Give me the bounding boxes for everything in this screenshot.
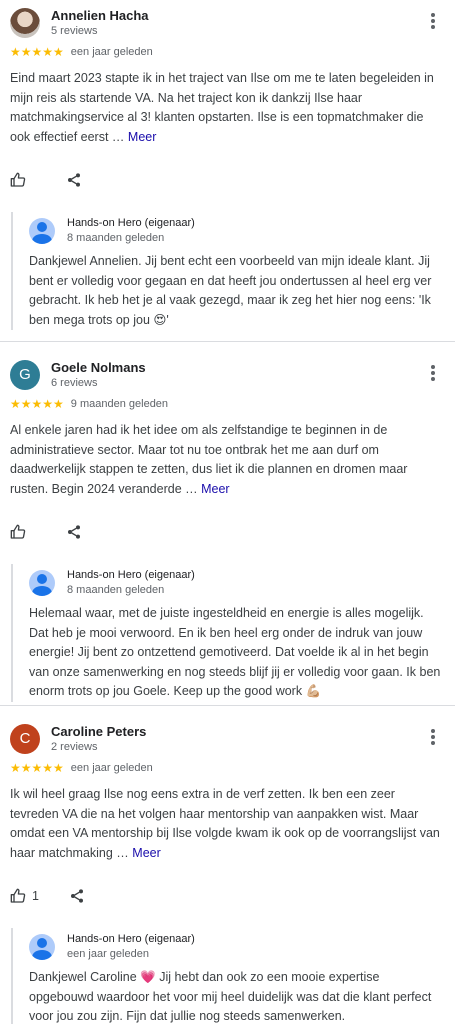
avatar[interactable]: G: [10, 360, 40, 390]
review-actions: 1: [10, 884, 441, 908]
more-link[interactable]: Meer: [128, 130, 156, 144]
review-actions: [10, 520, 441, 544]
review-meta: ★★★★★ een jaar geleden: [10, 44, 441, 60]
review-body: Ik wil heel graag Ilse nog eens extra in…: [10, 787, 440, 860]
review-date: een jaar geleden: [70, 762, 153, 774]
owner-reply: Hands-on Hero (eigenaar) 8 maanden geled…: [11, 564, 441, 702]
owner-avatar-icon: [29, 218, 55, 244]
review-body: Eind maart 2023 stapte ik in het traject…: [10, 71, 434, 144]
owner-name: Hands-on Hero (eigenaar): [67, 933, 195, 945]
owner-reply-header: Hands-on Hero (eigenaar) een jaar gelede…: [29, 932, 441, 968]
thumb-up-icon: [10, 888, 26, 903]
star-rating: ★★★★★: [10, 45, 64, 59]
more-vert-icon[interactable]: [425, 728, 441, 748]
owner-reply-header: Hands-on Hero (eigenaar) 8 maanden geled…: [29, 568, 441, 604]
like-button[interactable]: 1: [10, 888, 39, 904]
thumb-up-icon: [10, 524, 26, 539]
reviewer-name[interactable]: Annelien Hacha: [51, 8, 149, 23]
reviewer-name[interactable]: Goele Nolmans: [51, 360, 146, 375]
more-vert-icon[interactable]: [425, 12, 441, 32]
owner-reply-header: Hands-on Hero (eigenaar) 8 maanden geled…: [29, 216, 441, 252]
share-icon: [70, 889, 83, 903]
owner-reply-text: Helemaal waar, met de juiste ingesteldhe…: [29, 606, 441, 698]
more-link[interactable]: Meer: [201, 482, 229, 496]
more-link[interactable]: Meer: [132, 846, 160, 860]
owner-reply-date: een jaar geleden: [67, 948, 149, 960]
review-header: Annelien Hacha 5 reviews: [10, 8, 441, 44]
review-header: C Caroline Peters 2 reviews: [10, 724, 441, 760]
review-text: Ik wil heel graag Ilse nog eens extra in…: [10, 785, 441, 863]
owner-avatar-icon: [29, 570, 55, 596]
owner-reply-date: 8 maanden geleden: [67, 584, 165, 596]
more-vert-icon[interactable]: [425, 364, 441, 384]
reviewer-name[interactable]: Caroline Peters: [51, 724, 146, 739]
reviewer-review-count: 2 reviews: [51, 741, 98, 753]
review-date: een jaar geleden: [70, 46, 153, 58]
owner-reply-text: Dankjewel Caroline 💗 Jij hebt dan ook zo…: [29, 970, 432, 1023]
star-rating: ★★★★★: [10, 761, 64, 775]
share-button[interactable]: [66, 172, 82, 188]
avatar[interactable]: [10, 8, 40, 38]
owner-name: Hands-on Hero (eigenaar): [67, 569, 195, 581]
share-icon: [68, 173, 80, 187]
avatar[interactable]: C: [10, 724, 40, 754]
like-button[interactable]: [10, 524, 26, 540]
owner-reply-text: Dankjewel Annelien. Jij bent echt een vo…: [29, 254, 432, 327]
review-text: Eind maart 2023 stapte ik in het traject…: [10, 69, 441, 147]
review-card: C Caroline Peters 2 reviews ★★★★★ een ja…: [0, 705, 455, 1024]
owner-reply-date: 8 maanden geleden: [67, 232, 165, 244]
reviewer-review-count: 5 reviews: [51, 25, 98, 37]
review-card: G Goele Nolmans 6 reviews ★★★★★ 9 maande…: [0, 341, 455, 705]
thumb-up-icon: [10, 172, 26, 187]
share-icon: [68, 525, 80, 539]
review-meta: ★★★★★ 9 maanden geleden: [10, 396, 441, 412]
review-text: Al enkele jaren had ik het idee om als z…: [10, 421, 441, 499]
owner-avatar-icon: [29, 934, 55, 960]
like-button[interactable]: [10, 172, 26, 188]
review-header: G Goele Nolmans 6 reviews: [10, 360, 441, 396]
share-button[interactable]: [66, 524, 82, 540]
owner-reply: Hands-on Hero (eigenaar) 8 maanden geled…: [11, 212, 441, 330]
review-meta: ★★★★★ een jaar geleden: [10, 760, 441, 776]
review-card: Annelien Hacha 5 reviews ★★★★★ een jaar …: [0, 8, 455, 341]
review-actions: [10, 168, 441, 192]
like-count: 1: [32, 889, 39, 903]
star-rating: ★★★★★: [10, 397, 64, 411]
owner-reply: Hands-on Hero (eigenaar) een jaar gelede…: [11, 928, 441, 1024]
reviewer-review-count: 6 reviews: [51, 377, 98, 389]
share-button[interactable]: [69, 888, 85, 904]
owner-name: Hands-on Hero (eigenaar): [67, 217, 195, 229]
review-date: 9 maanden geleden: [70, 398, 169, 410]
